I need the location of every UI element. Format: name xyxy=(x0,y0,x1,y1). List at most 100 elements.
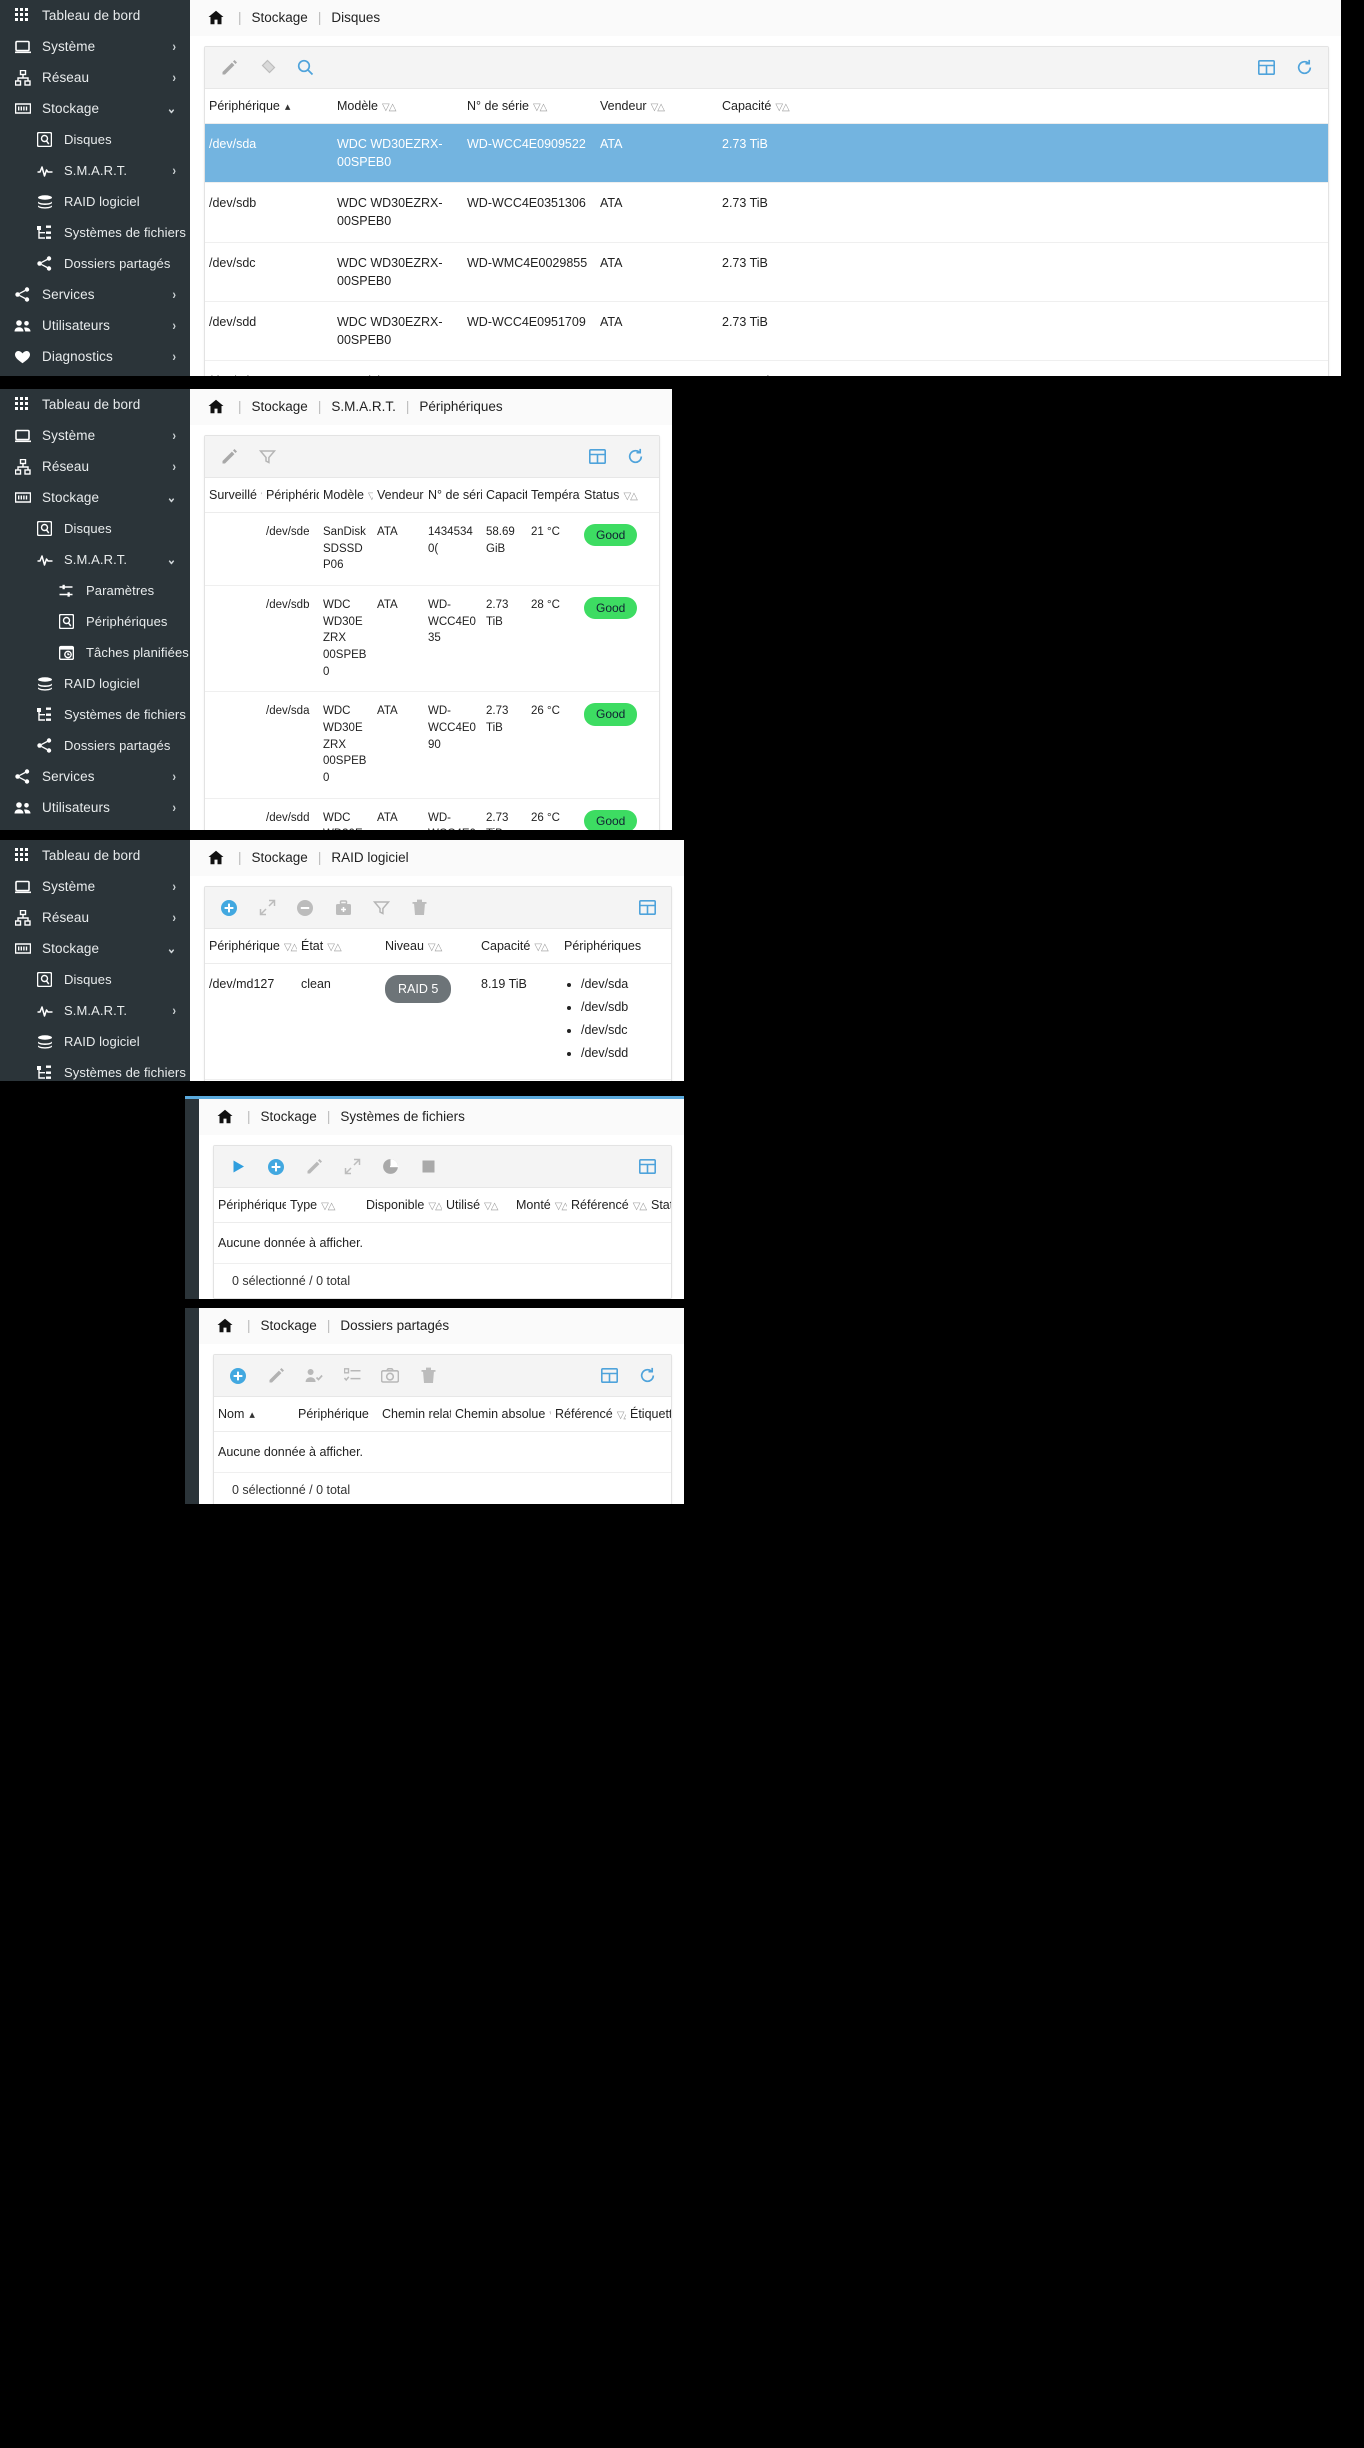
delete-icon[interactable] xyxy=(418,1366,438,1386)
reload-icon[interactable] xyxy=(1294,58,1314,78)
sidebar-item-dashboard[interactable]: Tableau de bord xyxy=(0,389,190,420)
col-temperature[interactable]: Températur xyxy=(527,478,580,513)
breadcrumb-storage[interactable]: Stockage xyxy=(252,10,308,25)
col-relative-path[interactable]: Chemin relati xyxy=(378,1397,451,1432)
snapshot-icon[interactable] xyxy=(380,1366,400,1386)
breadcrumb-storage[interactable]: Stockage xyxy=(252,850,308,865)
sidebar-item-smart[interactable]: S.M.A.R.T. › xyxy=(0,155,190,186)
sidebar-item-services[interactable]: Services › xyxy=(0,279,190,310)
sidebar-item-disks[interactable]: Disques xyxy=(0,513,190,544)
col-device[interactable]: Périphériqu xyxy=(262,478,319,513)
col-mounted[interactable]: Monté ▽△ xyxy=(512,1188,567,1223)
sidebar-item-raid[interactable]: RAID logiciel xyxy=(0,668,190,699)
col-referenced[interactable]: Référencé▽△ xyxy=(551,1397,626,1432)
breadcrumb-storage[interactable]: Stockage xyxy=(252,399,308,414)
wipe-icon[interactable] xyxy=(257,58,277,78)
sidebar-item-smart-tasks[interactable]: Tâches planifiées xyxy=(0,637,190,668)
sidebar-item-network[interactable]: Réseau › xyxy=(0,902,190,933)
home-icon[interactable] xyxy=(208,850,224,865)
sidebar-item-filesystems[interactable]: Systèmes de fichiers xyxy=(0,699,190,730)
sidebar-item-dashboard[interactable]: Tableau de bord xyxy=(0,0,190,31)
table-row[interactable]: /dev/sde SanDisk SDSSDP06 ATA 14345340( … xyxy=(205,512,659,587)
edit-icon[interactable] xyxy=(304,1157,324,1177)
col-available[interactable]: Disponible ▽△ xyxy=(362,1188,442,1223)
reload-icon[interactable] xyxy=(637,1366,657,1386)
add-icon[interactable] xyxy=(219,898,239,918)
col-capacity[interactable]: Capacité▽△ xyxy=(482,478,527,513)
columns-icon[interactable] xyxy=(599,1366,619,1386)
add-icon[interactable] xyxy=(266,1157,286,1177)
col-devices[interactable]: Périphériques xyxy=(560,929,671,964)
sidebar-item-network[interactable]: Réseau › xyxy=(0,451,190,482)
home-icon[interactable] xyxy=(217,1318,233,1333)
add-icon[interactable] xyxy=(228,1366,248,1386)
breadcrumb-raid-label[interactable]: RAID logiciel xyxy=(331,850,408,865)
col-name[interactable]: Nom ▴ xyxy=(214,1397,294,1432)
sidebar-item-system[interactable]: Système › xyxy=(0,31,190,62)
resize-icon[interactable] xyxy=(342,1157,362,1177)
col-tags[interactable]: Étiquettes▽△ xyxy=(626,1397,671,1432)
col-serial[interactable]: N° de série ▽△ xyxy=(463,89,596,124)
col-model[interactable]: Modèle▽△ xyxy=(319,478,373,513)
table-row[interactable]: /dev/sdb WDC WD30EZRX-00SPEB0 WD-WCC4E03… xyxy=(205,182,1328,243)
home-icon[interactable] xyxy=(208,10,224,25)
sidebar-item-filesystems[interactable]: Systèmes de fichiers xyxy=(0,1057,190,1081)
sidebar-item-disks[interactable]: Disques xyxy=(0,964,190,995)
columns-icon[interactable] xyxy=(587,447,607,467)
table-row[interactable]: /dev/md127 clean RAID 5 8.19 TiB /dev/sd… xyxy=(205,963,671,1080)
edit-icon[interactable] xyxy=(266,1366,286,1386)
col-capacity[interactable]: Capacité▽△ xyxy=(718,89,1328,124)
breadcrumb-storage[interactable]: Stockage xyxy=(261,1109,317,1124)
columns-icon[interactable] xyxy=(637,898,657,918)
sidebar-item-raid[interactable]: RAID logiciel xyxy=(0,1026,190,1057)
sidebar-item-users[interactable]: Utilisateurs › xyxy=(0,310,190,341)
detail-icon[interactable] xyxy=(371,898,391,918)
col-referenced[interactable]: Référencé▽△ xyxy=(567,1188,647,1223)
columns-icon[interactable] xyxy=(637,1157,657,1177)
sidebar-item-smart-settings[interactable]: Paramètres xyxy=(0,575,190,606)
search-icon[interactable] xyxy=(295,58,315,78)
breadcrumb-devices[interactable]: Périphériques xyxy=(419,399,502,414)
breadcrumb-shared-folders-label[interactable]: Dossiers partagés xyxy=(340,1318,449,1333)
quota-icon[interactable] xyxy=(380,1157,400,1177)
table-row[interactable]: /dev/sda WDC WD30EZRX-00SPEB0 WD-WCC4E09… xyxy=(205,123,1328,184)
sidebar-item-storage[interactable]: Stockage ⌄ xyxy=(0,482,190,513)
col-device[interactable]: Périphérique ▽△ xyxy=(205,929,297,964)
home-icon[interactable] xyxy=(217,1109,233,1124)
col-device[interactable]: Périphérique xyxy=(214,1188,286,1223)
delete-icon[interactable] xyxy=(409,898,429,918)
col-model[interactable]: Modèle▽△ xyxy=(333,89,463,124)
table-row[interactable]: /dev/sdd WDC WD30EZRX 00SPEB0 ATA WD-WCC… xyxy=(205,798,659,830)
home-icon[interactable] xyxy=(208,399,224,414)
sidebar-item-users[interactable]: Utilisateurs › xyxy=(0,792,190,823)
sidebar-item-diagnostics[interactable]: Diagnostics › xyxy=(0,341,190,372)
sidebar-item-filesystems[interactable]: Systèmes de fichiers xyxy=(0,217,190,248)
col-device[interactable]: Périphérique ▴ xyxy=(205,89,333,124)
sidebar-disks[interactable]: Tableau de bord Système › Réseau › Stock… xyxy=(0,0,190,376)
sidebar-item-storage[interactable]: Stockage ⌄ xyxy=(0,933,190,964)
col-vendor[interactable]: Vendeur▽△ xyxy=(373,478,424,513)
col-serial[interactable]: N° de série xyxy=(424,478,482,513)
sidebar-item-network[interactable]: Réseau › xyxy=(0,62,190,93)
col-vendor[interactable]: Vendeur▽△ xyxy=(596,89,718,124)
sidebar-item-dashboard[interactable]: Tableau de bord xyxy=(0,840,190,871)
sidebar-smart[interactable]: Tableau de bord Système › Réseau › Stock… xyxy=(0,389,190,830)
col-level[interactable]: Niveau ▽△ xyxy=(381,929,477,964)
columns-icon[interactable] xyxy=(1256,58,1276,78)
table-row[interactable]: /dev/sdd WDC WD30EZRX-00SPEB0 WD-WCC4E09… xyxy=(205,301,1328,362)
table-row[interactable]: /dev/sdc WDC WD30EZRX-00SPEB0 WD-WMC4E00… xyxy=(205,242,1328,302)
table-row[interactable]: /dev/sda WDC WD30EZRX 00SPEB0 ATA WD-WCC… xyxy=(205,691,659,799)
breadcrumb-smart[interactable]: S.M.A.R.T. xyxy=(331,399,396,414)
sidebar-item-system[interactable]: Système › xyxy=(0,420,190,451)
col-state[interactable]: État ▽△ xyxy=(297,929,381,964)
privileges-icon[interactable] xyxy=(304,1366,324,1386)
edit-icon[interactable] xyxy=(219,58,239,78)
col-type[interactable]: Type ▽△ xyxy=(286,1188,362,1223)
sidebar-item-raid[interactable]: RAID logiciel xyxy=(0,186,190,217)
grow-icon[interactable] xyxy=(257,898,277,918)
sidebar-item-system[interactable]: Système › xyxy=(0,871,190,902)
breadcrumb-filesystems-label[interactable]: Systèmes de fichiers xyxy=(340,1109,465,1124)
mount-icon[interactable] xyxy=(228,1157,248,1177)
unmount-icon[interactable] xyxy=(418,1157,438,1177)
acl-icon[interactable] xyxy=(342,1366,362,1386)
